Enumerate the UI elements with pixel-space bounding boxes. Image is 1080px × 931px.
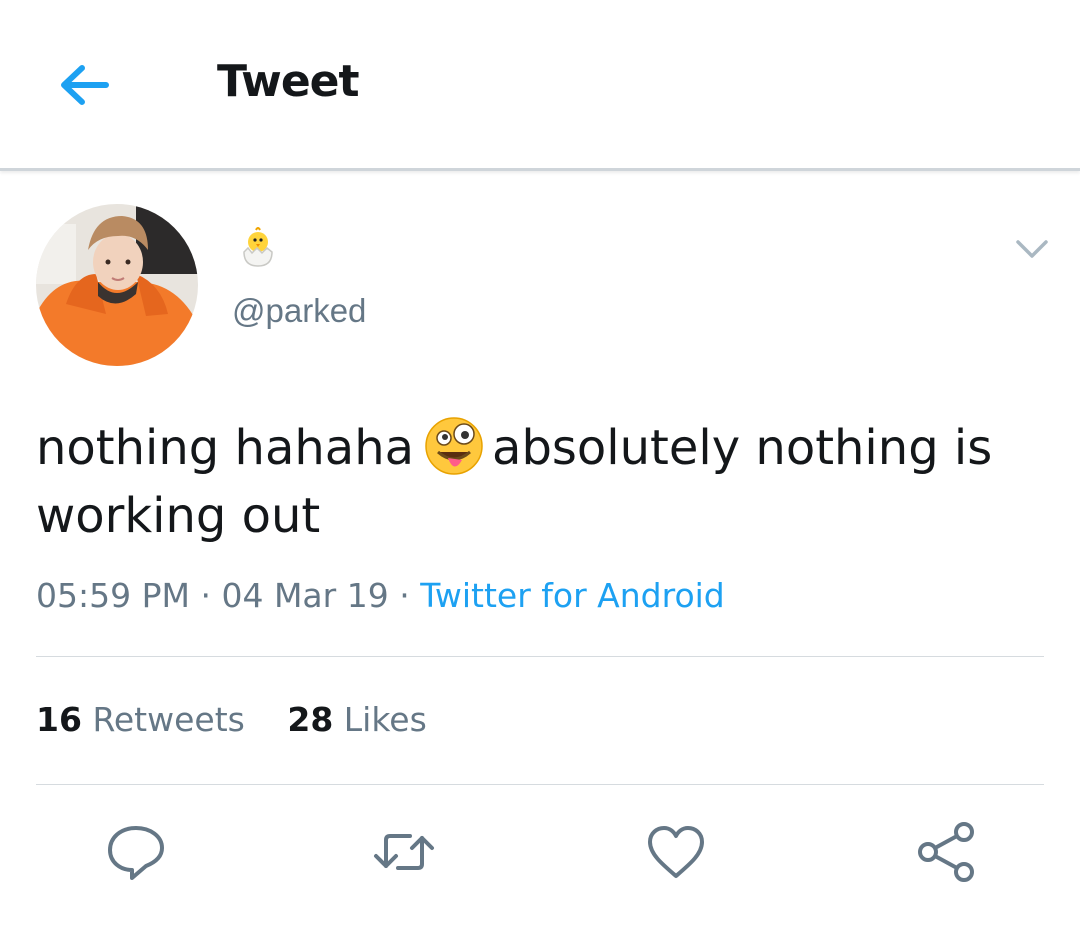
hatching-chick-emoji bbox=[243, 227, 273, 267]
top-bar: Tweet bbox=[0, 0, 1080, 171]
retweets-stat[interactable]: 16 Retweets bbox=[36, 700, 245, 739]
meta-separator: · bbox=[200, 576, 211, 615]
avatar[interactable] bbox=[36, 204, 198, 366]
display-name[interactable] bbox=[238, 226, 278, 270]
tweet-time: 05:59 PM bbox=[36, 576, 190, 615]
tweet-text-part: nothing hahaha bbox=[36, 420, 415, 476]
tweet-stats: 16 Retweets 28 Likes bbox=[36, 700, 459, 739]
tweet-meta: 05:59 PM · 04 Mar 19 · Twitter for Andro… bbox=[36, 576, 725, 615]
retweet-button[interactable] bbox=[372, 820, 436, 884]
arrow-left-icon bbox=[61, 65, 109, 105]
retweet-icon bbox=[374, 834, 434, 870]
share-icon bbox=[918, 822, 974, 882]
like-button[interactable] bbox=[644, 820, 708, 884]
likes-label: Likes bbox=[343, 700, 427, 739]
likes-stat[interactable]: 28 Likes bbox=[287, 700, 426, 739]
tweet-date: 04 Mar 19 bbox=[221, 576, 389, 615]
user-handle[interactable]: @parked bbox=[232, 292, 366, 330]
likes-count: 28 bbox=[287, 700, 334, 739]
zany-face-emoji bbox=[424, 416, 484, 476]
action-bar bbox=[0, 820, 1080, 890]
divider bbox=[36, 784, 1044, 785]
meta-separator: · bbox=[399, 576, 410, 615]
tweet-source-link[interactable]: Twitter for Android bbox=[420, 576, 725, 615]
reply-button[interactable] bbox=[104, 820, 168, 884]
reply-icon bbox=[108, 826, 164, 880]
tweet-text: nothing hahaha absolutely nothing is wor… bbox=[36, 414, 1036, 550]
divider bbox=[36, 656, 1044, 657]
back-button[interactable] bbox=[56, 60, 112, 110]
like-icon bbox=[648, 826, 704, 878]
retweets-count: 16 bbox=[36, 700, 82, 739]
chevron-down-icon[interactable] bbox=[1014, 236, 1050, 264]
retweets-label: Retweets bbox=[92, 700, 245, 739]
share-button[interactable] bbox=[914, 820, 978, 884]
page-title: Tweet bbox=[217, 56, 360, 107]
